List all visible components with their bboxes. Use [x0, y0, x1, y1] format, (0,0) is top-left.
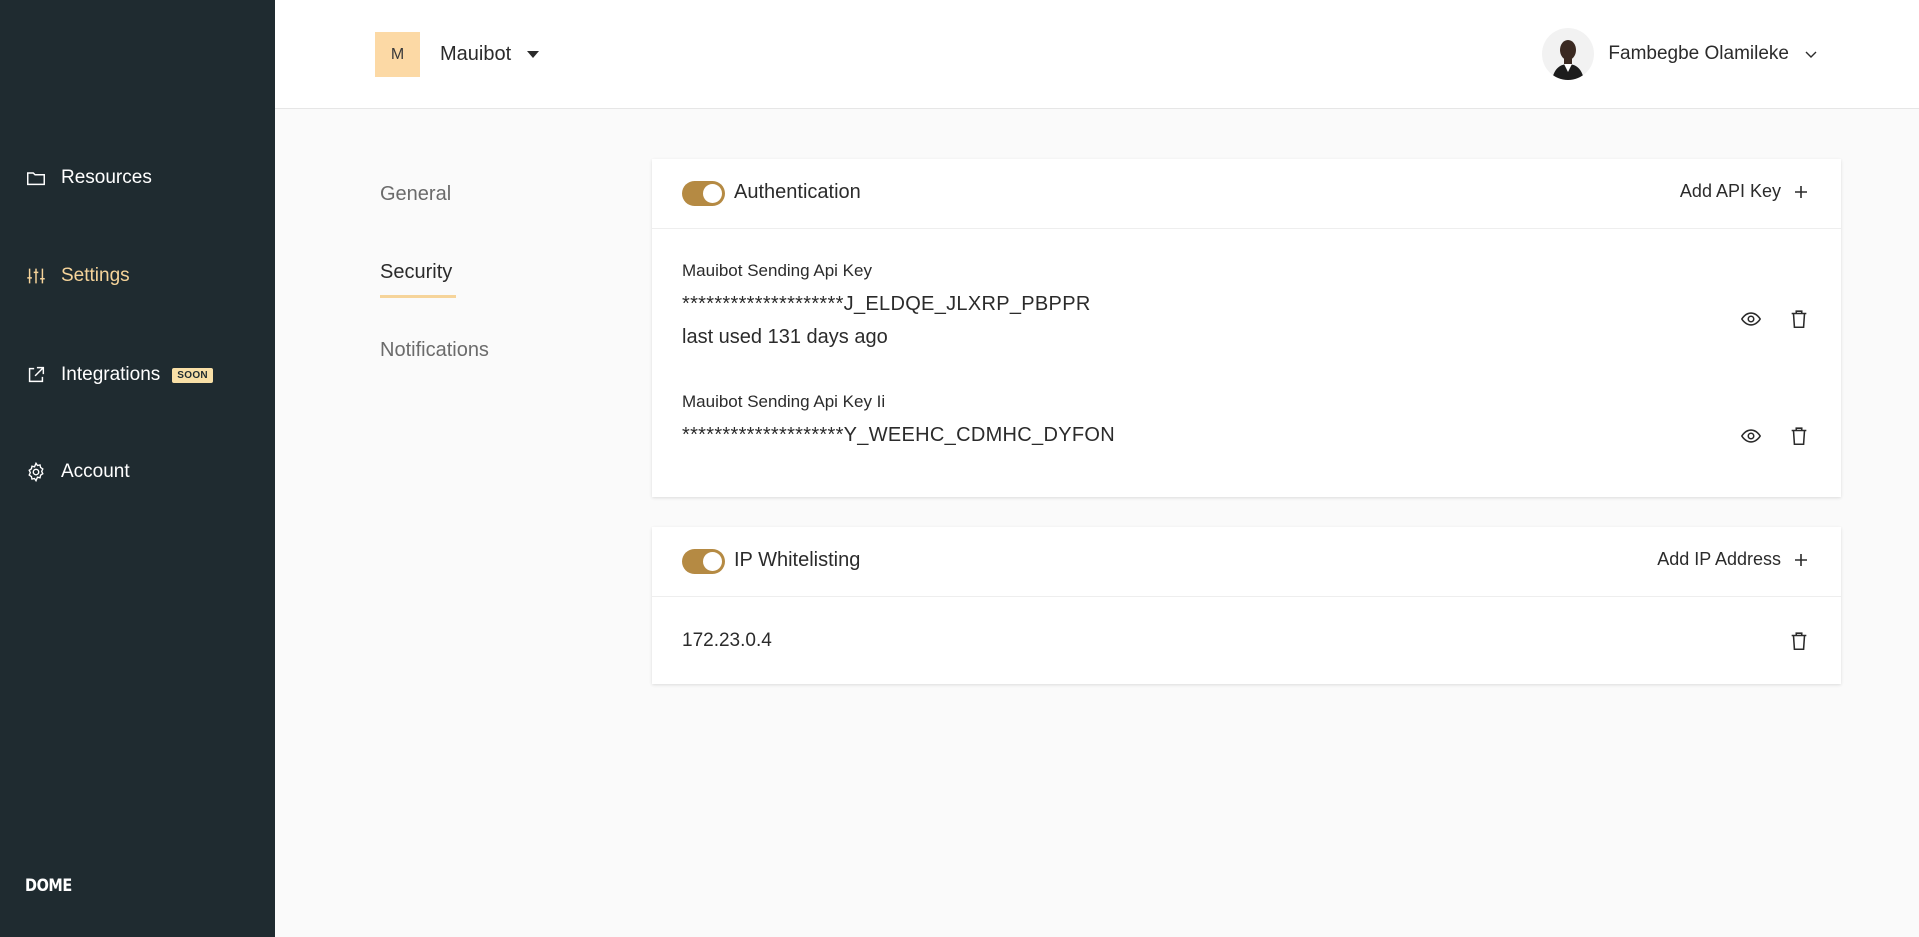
trash-icon[interactable] — [1787, 307, 1811, 331]
api-key-value: ********************J_ELDQE_JLXRP_PBPPR — [682, 293, 1091, 315]
trash-icon[interactable] — [1787, 424, 1811, 448]
sidebar: Resources Settings Integrations SOON Acc… — [0, 0, 275, 937]
eye-icon[interactable] — [1739, 307, 1763, 331]
folder-icon — [25, 167, 47, 189]
add-api-key-button[interactable]: Add API Key — [1680, 181, 1809, 202]
chevron-down-icon — [1805, 51, 1817, 58]
card-title: IP Whitelisting — [734, 549, 861, 571]
sidebar-item-settings[interactable]: Settings — [25, 261, 130, 291]
org-switcher[interactable]: M Mauibot — [375, 32, 540, 77]
add-ip-address-label: Add IP Address — [1657, 549, 1781, 569]
avatar — [1542, 28, 1595, 80]
user-name: Fambegbe Olamileke — [1608, 43, 1789, 64]
sidebar-item-resources[interactable]: Resources — [25, 163, 152, 193]
add-api-key-label: Add API Key — [1679, 181, 1781, 201]
api-key-last-used: last used 131 days ago — [682, 326, 888, 348]
ip-whitelisting-card: IP Whitelisting Add IP Address 172.23.0.… — [652, 527, 1841, 684]
brand-logo: DOME — [25, 876, 72, 896]
trash-icon[interactable] — [1787, 629, 1811, 653]
card-header: IP Whitelisting Add IP Address — [652, 527, 1841, 597]
api-key-row: Mauibot Sending Api Key ****************… — [682, 261, 1811, 371]
tab-general[interactable]: General — [380, 183, 451, 206]
eye-icon[interactable] — [1739, 424, 1763, 448]
card-header: Authentication Add API Key — [652, 159, 1841, 229]
api-key-row: Mauibot Sending Api Key Ii *************… — [682, 392, 1811, 462]
add-ip-address-button[interactable]: Add IP Address — [1657, 549, 1809, 570]
api-key-value: ********************Y_WEEHC_CDMHC_DYFON — [682, 424, 1115, 446]
ip-address: 172.23.0.4 — [682, 630, 772, 651]
sidebar-item-label: Resources — [61, 167, 152, 188]
gear-icon — [25, 461, 47, 483]
org-avatar: M — [375, 32, 420, 77]
api-key-name: Mauibot Sending Api Key — [682, 261, 872, 280]
sidebar-item-label: Account — [61, 461, 130, 482]
sidebar-item-label: Settings — [61, 265, 130, 286]
card-title: Authentication — [734, 181, 861, 203]
tab-security[interactable]: Security — [380, 261, 452, 284]
api-key-actions — [1739, 307, 1811, 331]
sidebar-item-label: Integrations — [61, 364, 161, 385]
active-tab-indicator — [380, 295, 456, 298]
external-link-icon — [25, 364, 47, 386]
api-key-actions — [1739, 424, 1811, 448]
org-name: Mauibot — [440, 43, 512, 65]
sidebar-item-account[interactable]: Account — [25, 457, 130, 487]
authentication-toggle[interactable] — [682, 181, 725, 206]
sliders-icon — [25, 265, 47, 287]
api-key-name: Mauibot Sending Api Key Ii — [682, 392, 886, 411]
authentication-card: Authentication Add API Key Mauibot Sendi… — [652, 159, 1841, 497]
tab-notifications[interactable]: Notifications — [380, 339, 489, 362]
ip-whitelisting-toggle[interactable] — [682, 549, 725, 574]
caret-down-icon — [527, 51, 540, 58]
plus-icon — [1795, 553, 1807, 566]
top-header: M Mauibot Fambegbe Olamileke — [275, 0, 1919, 109]
plus-icon — [1795, 185, 1807, 198]
sidebar-item-integrations[interactable]: Integrations SOON — [25, 360, 213, 390]
soon-badge: SOON — [172, 367, 213, 383]
user-menu[interactable]: Fambegbe Olamileke — [1542, 28, 1819, 80]
